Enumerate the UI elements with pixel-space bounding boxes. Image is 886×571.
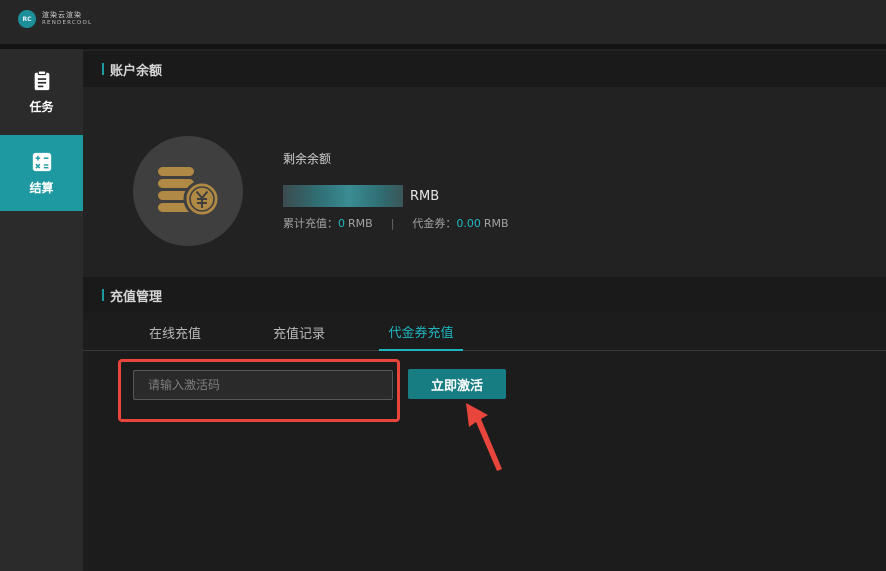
logo[interactable]: RC 渲染云渲染 RENDERCOOL bbox=[18, 10, 92, 28]
tab-online-recharge[interactable]: 在线充值 bbox=[129, 313, 221, 351]
balance-amount-row: RMB bbox=[283, 185, 509, 207]
logo-name-en: RENDERCOOL bbox=[42, 19, 93, 26]
tab-recharge-records[interactable]: 充值记录 bbox=[253, 313, 345, 351]
sidebar-item-task[interactable]: 任务 bbox=[0, 49, 83, 135]
activate-now-button[interactable]: 立即激活 bbox=[408, 369, 506, 399]
voucher-label: 代金券： bbox=[412, 217, 457, 230]
recharge-section-title: 充值管理 bbox=[110, 289, 163, 305]
balance-panel: 剩余余额 RMB 累计充值： 0 RMB | 代金券： 0.00 RMB bbox=[83, 87, 886, 275]
activation-code-input[interactable] bbox=[133, 370, 393, 400]
balance-section-title: 账户余额 bbox=[110, 63, 163, 79]
coin-stack-icon bbox=[133, 136, 243, 246]
balance-amount-masked bbox=[283, 185, 403, 207]
sidebar: 任务 结算 bbox=[0, 49, 83, 571]
logo-text: 渲染云渲染 RENDERCOOL bbox=[42, 10, 93, 27]
balance-info: 剩余余额 RMB 累计充值： 0 RMB | 代金券： 0.00 RMB bbox=[283, 150, 509, 231]
tab-voucher-recharge[interactable]: 代金券充值 bbox=[379, 313, 463, 351]
clipboard-icon bbox=[34, 69, 49, 90]
remaining-balance-label: 剩余余额 bbox=[283, 152, 332, 166]
total-recharge-unit: RMB bbox=[348, 216, 373, 230]
logo-mark: RC bbox=[18, 10, 36, 28]
voucher-recharge-panel: 立即激活 bbox=[83, 351, 886, 571]
arrow-up-icon bbox=[466, 403, 502, 471]
recharge-section-header: 充值管理 bbox=[83, 277, 886, 313]
section-marker bbox=[102, 289, 104, 301]
main-content: 账户余额 剩余余额 RMB 累计充值： 0 RMB | 代金券： 0.00 RM… bbox=[83, 49, 886, 571]
calculator-icon bbox=[32, 152, 51, 171]
voucher-value: 0.00 bbox=[456, 216, 481, 230]
balance-unit: RMB bbox=[410, 188, 440, 204]
logo-name-cn: 渲染云渲染 bbox=[42, 10, 82, 19]
sidebar-item-label: 任务 bbox=[29, 99, 54, 114]
top-bar: RC 渲染云渲染 RENDERCOOL bbox=[0, 0, 886, 44]
balance-summary: 累计充值： 0 RMB | 代金券： 0.00 RMB bbox=[283, 215, 509, 231]
voucher-unit: RMB bbox=[483, 216, 509, 230]
section-marker bbox=[102, 63, 104, 75]
total-recharge-label: 累计充值： bbox=[283, 217, 338, 230]
sidebar-item-settlement[interactable]: 结算 bbox=[0, 135, 83, 211]
recharge-tabs: 在线充值 充值记录 代金券充值 bbox=[83, 313, 886, 351]
total-recharge-value: 0 bbox=[338, 216, 345, 230]
balance-section-header: 账户余额 bbox=[83, 51, 886, 87]
sidebar-item-label: 结算 bbox=[29, 180, 54, 195]
summary-separator: | bbox=[390, 216, 395, 230]
